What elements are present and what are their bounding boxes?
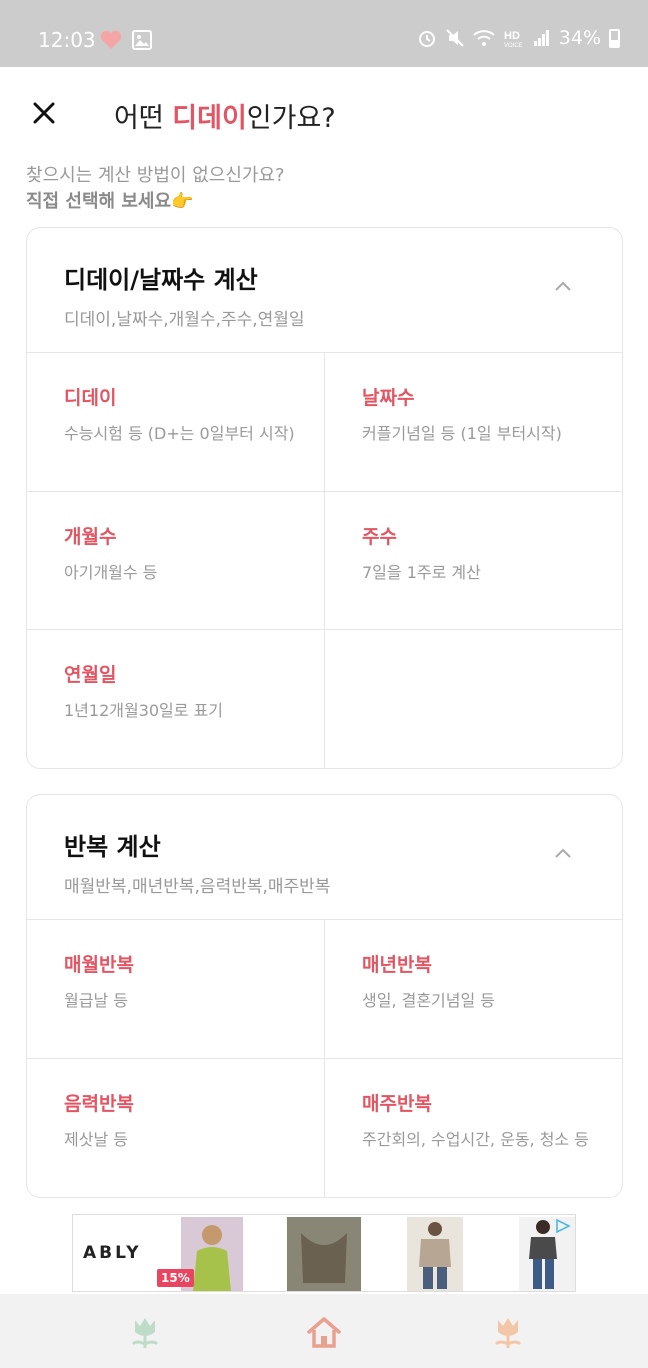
- section-title: 반복 계산: [64, 833, 161, 861]
- chevron-up-icon[interactable]: [554, 280, 572, 292]
- status-left-icons: [100, 30, 152, 50]
- section-title: 디데이/날짜수 계산: [64, 266, 258, 294]
- title-suffix: 인가요?: [246, 103, 336, 134]
- option-monthly-repeat[interactable]: 매월반복 월급날 등: [27, 920, 325, 1059]
- section-repeat: 반복 계산 매월반복,매년반복,음력반복,매주반복 매월반복 월급날 등 매년반…: [26, 794, 623, 1198]
- option-desc: 1년12개월30일로 표기: [64, 701, 224, 720]
- ad-product-image: [407, 1217, 463, 1291]
- status-bar: 12:03 HD VOICE 34%: [0, 0, 648, 67]
- image-icon: [132, 30, 152, 50]
- option-grid: 디데이 수능시험 등 (D+는 0일부터 시작) 날짜수 커플기념일 등 (1일…: [27, 353, 623, 769]
- empty-cell: [325, 630, 623, 769]
- section-dday: 디데이/날짜수 계산 디데이,날짜수,개월수,주수,연월일 디데이 수능시험 등…: [26, 227, 623, 769]
- option-title: 개월수: [64, 525, 117, 548]
- option-weekly-repeat[interactable]: 매주반복 주간회의, 수업시간, 운동, 청소 등: [325, 1059, 623, 1198]
- ad-discount-badge: 15%: [157, 1269, 194, 1287]
- hint-line-2[interactable]: 직접 선택해 보세요👉: [26, 189, 285, 215]
- section-subtitle: 디데이,날짜수,개월수,주수,연월일: [64, 310, 305, 330]
- section-header[interactable]: 반복 계산 매월반복,매년반복,음력반복,매주반복: [27, 795, 622, 920]
- option-day-count[interactable]: 날짜수 커플기념일 등 (1일 부터시작): [325, 353, 623, 492]
- title-accent: 디데이: [172, 103, 247, 134]
- option-yearly-repeat[interactable]: 매년반복 생일, 결혼기념일 등: [325, 920, 623, 1059]
- option-title: 연월일: [64, 664, 117, 686]
- option-grid: 매월반복 월급날 등 매년반복 생일, 결혼기념일 등 음력반복 제삿날 등 매…: [27, 920, 623, 1198]
- alarm-icon: [418, 31, 435, 47]
- page-title: 어떤 디데이인가요?: [114, 96, 336, 135]
- heart-icon: [100, 30, 122, 49]
- option-desc: 제삿날 등: [64, 1129, 128, 1149]
- section-header[interactable]: 디데이/날짜수 계산 디데이,날짜수,개월수,주수,연월일: [27, 228, 622, 353]
- option-dday[interactable]: 디데이 수능시험 등 (D+는 0일부터 시작): [27, 353, 325, 492]
- hint-line-1: 찾으시는 계산 방법이 없으신가요?: [26, 165, 285, 186]
- close-icon[interactable]: [30, 99, 58, 127]
- tulip-green-icon[interactable]: [125, 1314, 165, 1350]
- option-title: 음력반복: [64, 1092, 134, 1115]
- option-title: 디데이: [64, 387, 117, 409]
- section-subtitle: 매월반복,매년반복,음력반복,매주반복: [64, 877, 331, 897]
- adchoices-icon[interactable]: [555, 1219, 571, 1233]
- hint-text: 찾으시는 계산 방법이 없으신가요? 직접 선택해 보세요👉: [26, 163, 285, 215]
- bottom-nav: [0, 1294, 648, 1368]
- svg-text:HD: HD: [504, 30, 520, 42]
- header: 어떤 디데이인가요?: [0, 67, 648, 157]
- svg-text:VOICE: VOICE: [504, 43, 523, 48]
- mute-icon: [446, 29, 464, 47]
- option-desc: 생일, 결혼기념일 등: [362, 991, 496, 1010]
- status-right-icons: HD VOICE 34%: [417, 27, 620, 49]
- battery-percent: 34%: [558, 27, 601, 49]
- tulip-peach-icon[interactable]: [488, 1314, 528, 1350]
- title-prefix: 어떤: [114, 103, 173, 134]
- option-ymd[interactable]: 연월일 1년12개월30일로 표기: [27, 630, 325, 769]
- ad-banner[interactable]: ABLY 15%: [72, 1214, 576, 1292]
- option-title: 매주반복: [362, 1092, 432, 1115]
- wifi-icon: [473, 30, 495, 46]
- option-desc: 수능시험 등 (D+는 0일부터 시작): [64, 424, 295, 443]
- status-time: 12:03: [38, 28, 96, 52]
- option-title: 날짜수: [362, 387, 415, 409]
- option-week-count[interactable]: 주수 7일을 1주로 계산: [325, 492, 623, 630]
- option-desc: 7일을 1주로 계산: [362, 562, 481, 582]
- option-title: 매월반복: [64, 954, 134, 976]
- signal-icon: [533, 30, 549, 46]
- option-month-count[interactable]: 개월수 아기개월수 등: [27, 491, 325, 630]
- chevron-up-icon[interactable]: [554, 847, 572, 859]
- battery-icon: [609, 28, 620, 48]
- home-icon[interactable]: [304, 1314, 344, 1350]
- option-title: 주수: [362, 525, 397, 548]
- ad-brand-logo: ABLY: [83, 1243, 142, 1263]
- option-desc: 아기개월수 등: [64, 562, 158, 582]
- option-desc: 커플기념일 등 (1일 부터시작): [362, 424, 562, 443]
- option-desc: 주간회의, 수업시간, 운동, 청소 등: [362, 1129, 589, 1149]
- ad-product-image: [287, 1217, 361, 1291]
- option-desc: 월급날 등: [64, 991, 128, 1010]
- option-lunar-repeat[interactable]: 음력반복 제삿날 등: [27, 1058, 325, 1197]
- option-title: 매년반복: [362, 954, 432, 976]
- hd-voice-icon: HD VOICE: [504, 30, 523, 48]
